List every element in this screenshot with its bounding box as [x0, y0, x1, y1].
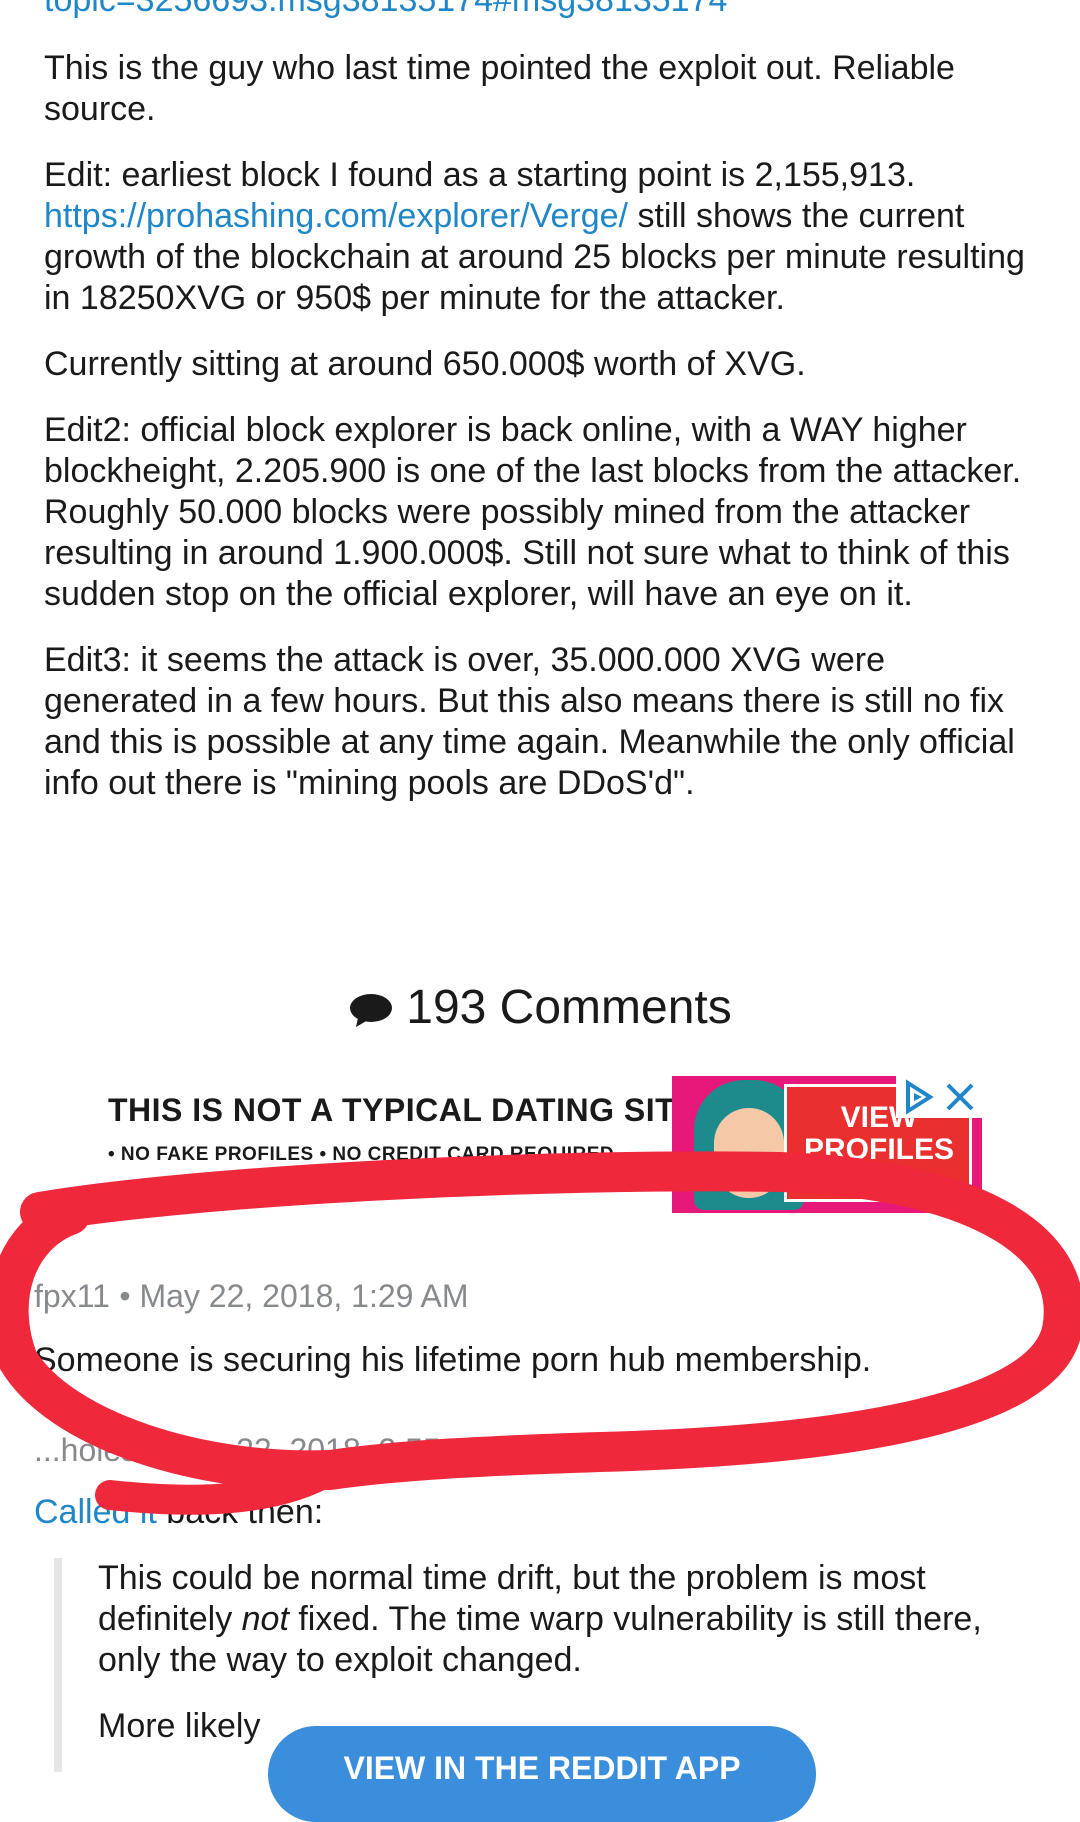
- post-paragraph-2-text: Edit: earliest block I found as a starti…: [44, 156, 916, 194]
- post-paragraph-1: This is the guy who last time pointed th…: [44, 49, 955, 128]
- comment-2-body: Called it back then:: [34, 1492, 323, 1533]
- comment-2-meta: ...holes • May 22, 2018, 2:55 AM: [34, 1430, 496, 1471]
- dating-ad-banner[interactable]: THIS IS NOT A TYPICAL DATING SITE • NO F…: [94, 1076, 982, 1213]
- meta-separator: •: [119, 1278, 140, 1314]
- ad-subline: • NO FAKE PROFILES • NO CREDIT CARD REQU…: [108, 1144, 615, 1165]
- comments-count-label: 193 Comments: [406, 981, 732, 1034]
- called-it-link[interactable]: Called it: [34, 1493, 157, 1531]
- post-top-link[interactable]: topic=3256693.msg38135174#msg38135174: [44, 0, 727, 21]
- comments-count-header: 193 Comments: [0, 978, 1080, 1038]
- ad-headline: THIS IS NOT A TYPICAL DATING SITE: [108, 1092, 697, 1128]
- post-paragraph-4: Edit2: official block explorer is back o…: [44, 411, 1022, 613]
- comment-author[interactable]: fpx11: [34, 1278, 110, 1314]
- adchoices-icon[interactable]: [898, 1077, 938, 1117]
- comment-bubble-icon: [350, 994, 393, 1028]
- prohashing-link[interactable]: https://prohashing.com/explorer/Verge/: [44, 197, 628, 235]
- quote-paragraph-1: This could be normal time drift, but the…: [98, 1558, 1034, 1681]
- ad-illustration-face: [714, 1108, 784, 1198]
- post-paragraph-5: Edit3: it seems the attack is over, 35.0…: [44, 641, 1015, 802]
- comment-timestamp: May 22, 2018, 1:29 AM: [139, 1278, 469, 1314]
- post-text: This is the guy who last time pointed th…: [44, 48, 1034, 829]
- ad-choices-box[interactable]: [896, 1076, 982, 1118]
- comment-1-body: Someone is securing his lifetime porn hu…: [34, 1341, 872, 1379]
- comment-author[interactable]: ...holes: [34, 1432, 137, 1468]
- post-paragraph-3: Currently sitting at around 650.000$ wor…: [44, 345, 806, 383]
- comment-timestamp: May 22, 2018, 2:55 AM: [166, 1432, 496, 1468]
- close-icon[interactable]: [940, 1077, 980, 1117]
- comment-1-meta: fpx11 • May 22, 2018, 1:29 AM: [34, 1276, 469, 1317]
- quote-emphasis: not: [241, 1600, 289, 1638]
- comment-2-body-text: back then:: [156, 1493, 324, 1531]
- view-in-reddit-app-button[interactable]: VIEW IN THE REDDIT APP: [268, 1726, 816, 1822]
- meta-separator: •: [146, 1432, 167, 1468]
- post-paragraph-2: Edit: earliest block I found as a starti…: [44, 155, 1034, 319]
